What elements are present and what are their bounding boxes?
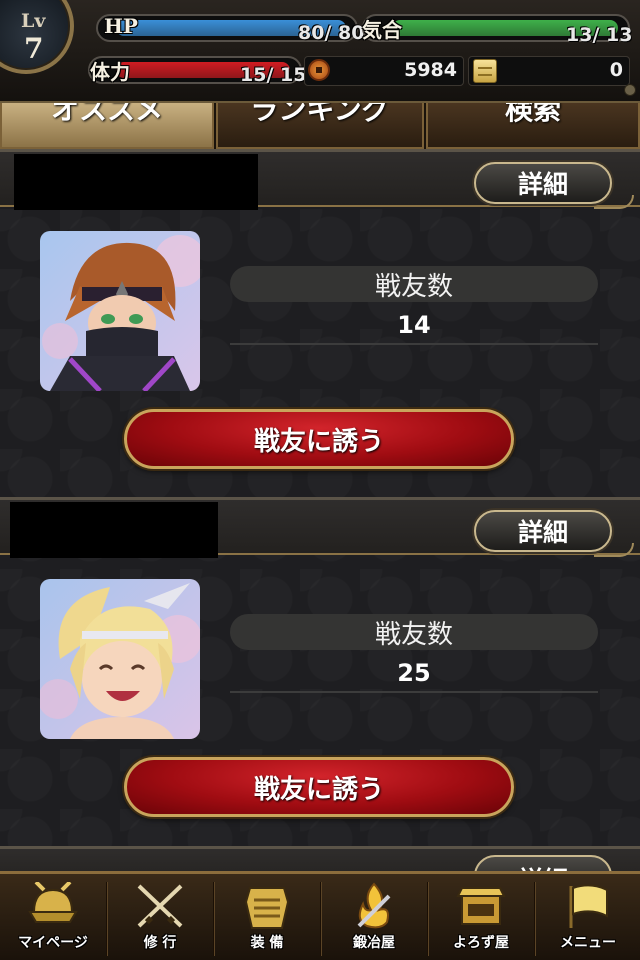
tab-ranking[interactable]: ランキング — [216, 103, 424, 149]
level-badge: Lv 7 — [0, 0, 74, 74]
gold-value: 0 — [609, 59, 623, 81]
nav-blacksmith[interactable]: 鍛冶屋 — [321, 874, 427, 960]
bottom-nav: マイページ 修 行 装 備 鍛冶屋 よろず屋 メニュー — [0, 871, 640, 960]
card-header: 詳細 — [0, 846, 640, 871]
kiai-label: 気合 — [362, 18, 402, 42]
armor-icon — [244, 887, 290, 929]
nav-label: マイページ — [18, 935, 88, 951]
invite-friend-button[interactable]: 戦友に誘う — [124, 409, 514, 469]
nav-label: よろず屋 — [453, 935, 509, 951]
nav-equipment[interactable]: 装 備 — [214, 874, 320, 960]
crossed-swords-icon — [137, 884, 183, 928]
helmet-icon — [28, 882, 78, 923]
hp-label: HP — [104, 14, 138, 38]
ninja-avatar[interactable] — [40, 231, 200, 391]
card-header: 詳細 — [0, 149, 640, 210]
ornament-icon — [594, 543, 634, 557]
flag-icon — [569, 884, 608, 928]
ornament-icon — [594, 195, 634, 209]
friend-count-label: 戦友数 — [230, 614, 598, 650]
nav-label: メニュー — [560, 935, 616, 951]
friend-count-value: 14 — [397, 311, 431, 339]
redacted-player-name — [14, 154, 258, 210]
nav-mypage[interactable]: マイページ — [0, 874, 106, 960]
shop-icon — [456, 887, 506, 925]
list-item: 詳細 — [0, 497, 640, 845]
gold-bar-icon — [473, 59, 497, 83]
gold-counter: 0 — [468, 56, 630, 86]
detail-button[interactable]: 詳細 — [474, 510, 612, 552]
divider — [230, 343, 598, 345]
friend-list[interactable]: 詳細 戦友数 14 戦友に誘う 詳細 戦友数 25 戦友に誘う — [0, 149, 640, 871]
invite-friend-button[interactable]: 戦友に誘う — [124, 757, 514, 817]
coin-counter: 5984 — [304, 56, 464, 86]
coin-icon — [308, 59, 330, 81]
kiai-value: 13/ 13 — [566, 24, 633, 46]
friend-count-value: 25 — [397, 659, 431, 687]
detail-button[interactable]: 詳細 — [474, 855, 612, 871]
tab-strip: オススメ ランキング 検索 — [0, 103, 640, 149]
list-item: 詳細 — [0, 149, 640, 497]
nav-shop[interactable]: よろず屋 — [428, 874, 534, 960]
rivet-icon — [624, 84, 636, 96]
status-header: Lv 7 HP 80/ 80 気合 13/ 13 体力 15/ 15 5984 … — [0, 0, 640, 103]
level-value: 7 — [24, 32, 44, 65]
redacted-player-name — [10, 502, 218, 558]
nav-label: 鍛冶屋 — [353, 935, 395, 951]
nav-label: 装 備 — [250, 935, 284, 951]
tab-recommended[interactable]: オススメ — [0, 103, 214, 149]
forge-icon — [357, 882, 391, 929]
nav-label: 修 行 — [143, 935, 177, 951]
nav-training[interactable]: 修 行 — [107, 874, 213, 960]
tab-recommended-label: オススメ — [50, 103, 163, 126]
hp-value: 80/ 80 — [298, 22, 365, 44]
stamina-label: 体力 — [90, 60, 130, 84]
detail-button[interactable]: 詳細 — [474, 162, 612, 204]
card-header: 詳細 — [0, 497, 640, 558]
nav-menu[interactable]: メニュー — [535, 874, 640, 960]
blonde-girl-avatar[interactable] — [40, 579, 200, 739]
tab-search[interactable]: 検索 — [426, 103, 640, 149]
coin-value: 5984 — [404, 59, 457, 81]
divider — [230, 691, 598, 693]
friend-count-label: 戦友数 — [230, 266, 598, 302]
stamina-value: 15/ 15 — [240, 64, 307, 86]
tab-ranking-label: ランキング — [250, 103, 390, 126]
tab-search-label: 検索 — [504, 103, 561, 126]
level-label: Lv — [21, 10, 46, 32]
